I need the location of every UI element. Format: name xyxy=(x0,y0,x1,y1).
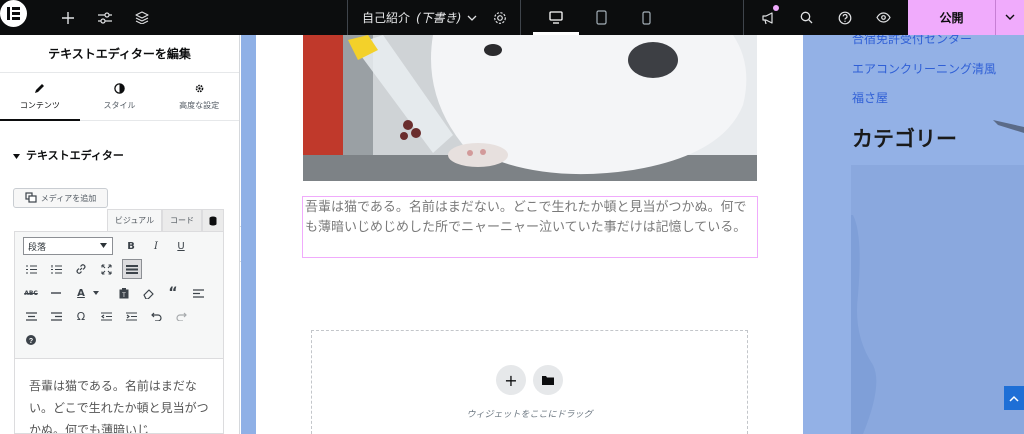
drop-zone-label: ウィジェットをここにドラッグ xyxy=(466,410,593,420)
tab-content[interactable]: コンテンツ xyxy=(0,73,80,120)
page-settings-gear-icon[interactable] xyxy=(485,0,515,35)
sidebar-link[interactable]: エアコンクリーニング清風 xyxy=(852,60,996,77)
text-color-button[interactable]: A xyxy=(71,283,91,303)
indent-icon[interactable] xyxy=(121,306,141,326)
align-right-icon[interactable] xyxy=(46,306,66,326)
link-icon[interactable] xyxy=(71,259,91,279)
sidebar-link[interactable]: 福さ屋 xyxy=(852,89,888,106)
tab-content-label: コンテンツ xyxy=(19,100,60,110)
search-icon[interactable] xyxy=(791,0,821,35)
add-media-button[interactable]: メディアを追加 xyxy=(13,188,108,208)
keyboard-help-icon[interactable]: ? xyxy=(21,330,41,350)
horizontal-line-icon[interactable] xyxy=(46,283,66,303)
caret-down-icon xyxy=(13,149,20,162)
pencil-icon xyxy=(34,83,45,96)
format-select[interactable]: 段落 xyxy=(23,237,113,255)
notifications-megaphone-icon[interactable] xyxy=(753,0,783,35)
toolbar-toggle-icon[interactable] xyxy=(122,259,142,279)
format-select-value: 段落 xyxy=(28,242,47,253)
tab-style-label: スタイル xyxy=(103,100,136,110)
database-icon[interactable] xyxy=(202,209,224,231)
elementor-logo-icon[interactable] xyxy=(0,0,27,27)
page-status: (下書き) xyxy=(416,11,462,25)
fullscreen-icon[interactable] xyxy=(96,259,116,279)
media-icon xyxy=(25,191,37,205)
scroll-to-top-chevron-icon[interactable] xyxy=(1004,386,1024,410)
widget-drop-zone[interactable]: + ウィジェットをここにドラッグ xyxy=(311,330,748,434)
text-editor-area[interactable]: 吾輩は猫である。名前はまだない。どこで生れたか頓と見当がつかぬ。何でも薄暗いじ xyxy=(14,359,224,434)
publish-options-chevron-icon[interactable] xyxy=(995,0,1024,35)
section-title: テキストエディター xyxy=(26,149,124,162)
align-center-icon[interactable] xyxy=(21,306,41,326)
outdent-icon[interactable] xyxy=(96,306,116,326)
chevron-down-icon xyxy=(467,11,477,25)
site-settings-icon[interactable] xyxy=(90,0,120,35)
redo-icon[interactable] xyxy=(171,306,191,326)
panel-title: テキストエディターを編集 xyxy=(0,35,239,73)
svg-text:T: T xyxy=(122,293,126,299)
panel-tabs: コンテンツ スタイル 高度な設定 xyxy=(0,73,239,121)
structure-layers-icon[interactable] xyxy=(127,0,157,35)
paste-text-icon[interactable]: T xyxy=(114,283,134,303)
editor-mode-tabs: ビジュアル コード xyxy=(107,209,224,231)
half-circle-icon xyxy=(114,82,125,96)
tab-style[interactable]: スタイル xyxy=(80,73,160,120)
special-character-button[interactable]: Ω xyxy=(71,306,91,326)
italic-button[interactable]: I xyxy=(146,236,166,256)
page-title: 自己紹介 xyxy=(362,11,411,25)
underline-button[interactable]: U xyxy=(171,236,191,256)
add-media-label: メディアを追加 xyxy=(40,193,97,203)
tab-code[interactable]: コード xyxy=(162,209,202,231)
help-icon[interactable] xyxy=(830,0,860,35)
tablet-device-icon[interactable] xyxy=(586,0,616,35)
add-element-icon[interactable] xyxy=(53,0,83,35)
svg-text:?: ? xyxy=(29,338,33,345)
active-tab-indicator xyxy=(0,119,80,121)
editor-toolbar: 段落 B I U ABC A T “ Ω ? xyxy=(14,231,224,359)
preview-eye-icon[interactable] xyxy=(868,0,898,35)
text-editor-widget[interactable]: 吾輩は猫である。名前はまだない。どこで生れたか頓と見当がつかぬ。何でも薄暗いじめ… xyxy=(302,196,758,258)
publish-button[interactable]: 公開 xyxy=(908,0,995,35)
gear-icon xyxy=(194,83,205,96)
bullet-list-icon[interactable] xyxy=(21,259,41,279)
mobile-device-icon[interactable] xyxy=(631,0,661,35)
section-toggle[interactable]: テキストエディター xyxy=(13,147,124,163)
cat-photo[interactable] xyxy=(303,35,757,181)
add-section-plus-icon[interactable]: + xyxy=(496,365,526,395)
strikethrough-button[interactable]: ABC xyxy=(21,283,41,303)
sidebar-link[interactable]: 合宿免許受付センター xyxy=(852,35,972,47)
numbered-list-icon[interactable] xyxy=(46,259,66,279)
text-color-caret-icon[interactable] xyxy=(90,283,102,303)
template-library-folder-icon[interactable] xyxy=(533,365,563,395)
page-title-dropdown[interactable]: 自己紹介 (下書き) xyxy=(362,0,477,35)
tab-advanced[interactable]: 高度な設定 xyxy=(159,73,239,120)
editor-panel: テキストエディターを編集 コンテンツ スタイル 高度な設定 テキストエディター xyxy=(0,35,240,434)
bold-button[interactable]: B xyxy=(121,236,141,256)
blockquote-icon[interactable]: “ xyxy=(163,283,183,303)
clear-formatting-eraser-icon[interactable] xyxy=(138,283,158,303)
sidebar-heading: カテゴリー xyxy=(852,127,957,151)
desktop-device-icon[interactable] xyxy=(541,0,571,35)
page-sidebar: 合宿免許受付センター エアコンクリーニング清風 福さ屋 カテゴリー xyxy=(803,35,1024,434)
undo-icon[interactable] xyxy=(146,306,166,326)
align-left-icon[interactable] xyxy=(188,283,208,303)
top-bar: 自己紹介 (下書き) 公開 xyxy=(0,0,1024,35)
tab-visual[interactable]: ビジュアル xyxy=(107,209,162,231)
caret-down-icon xyxy=(100,241,107,251)
tab-advanced-label: 高度な設定 xyxy=(179,100,220,110)
notification-dot xyxy=(773,5,779,11)
